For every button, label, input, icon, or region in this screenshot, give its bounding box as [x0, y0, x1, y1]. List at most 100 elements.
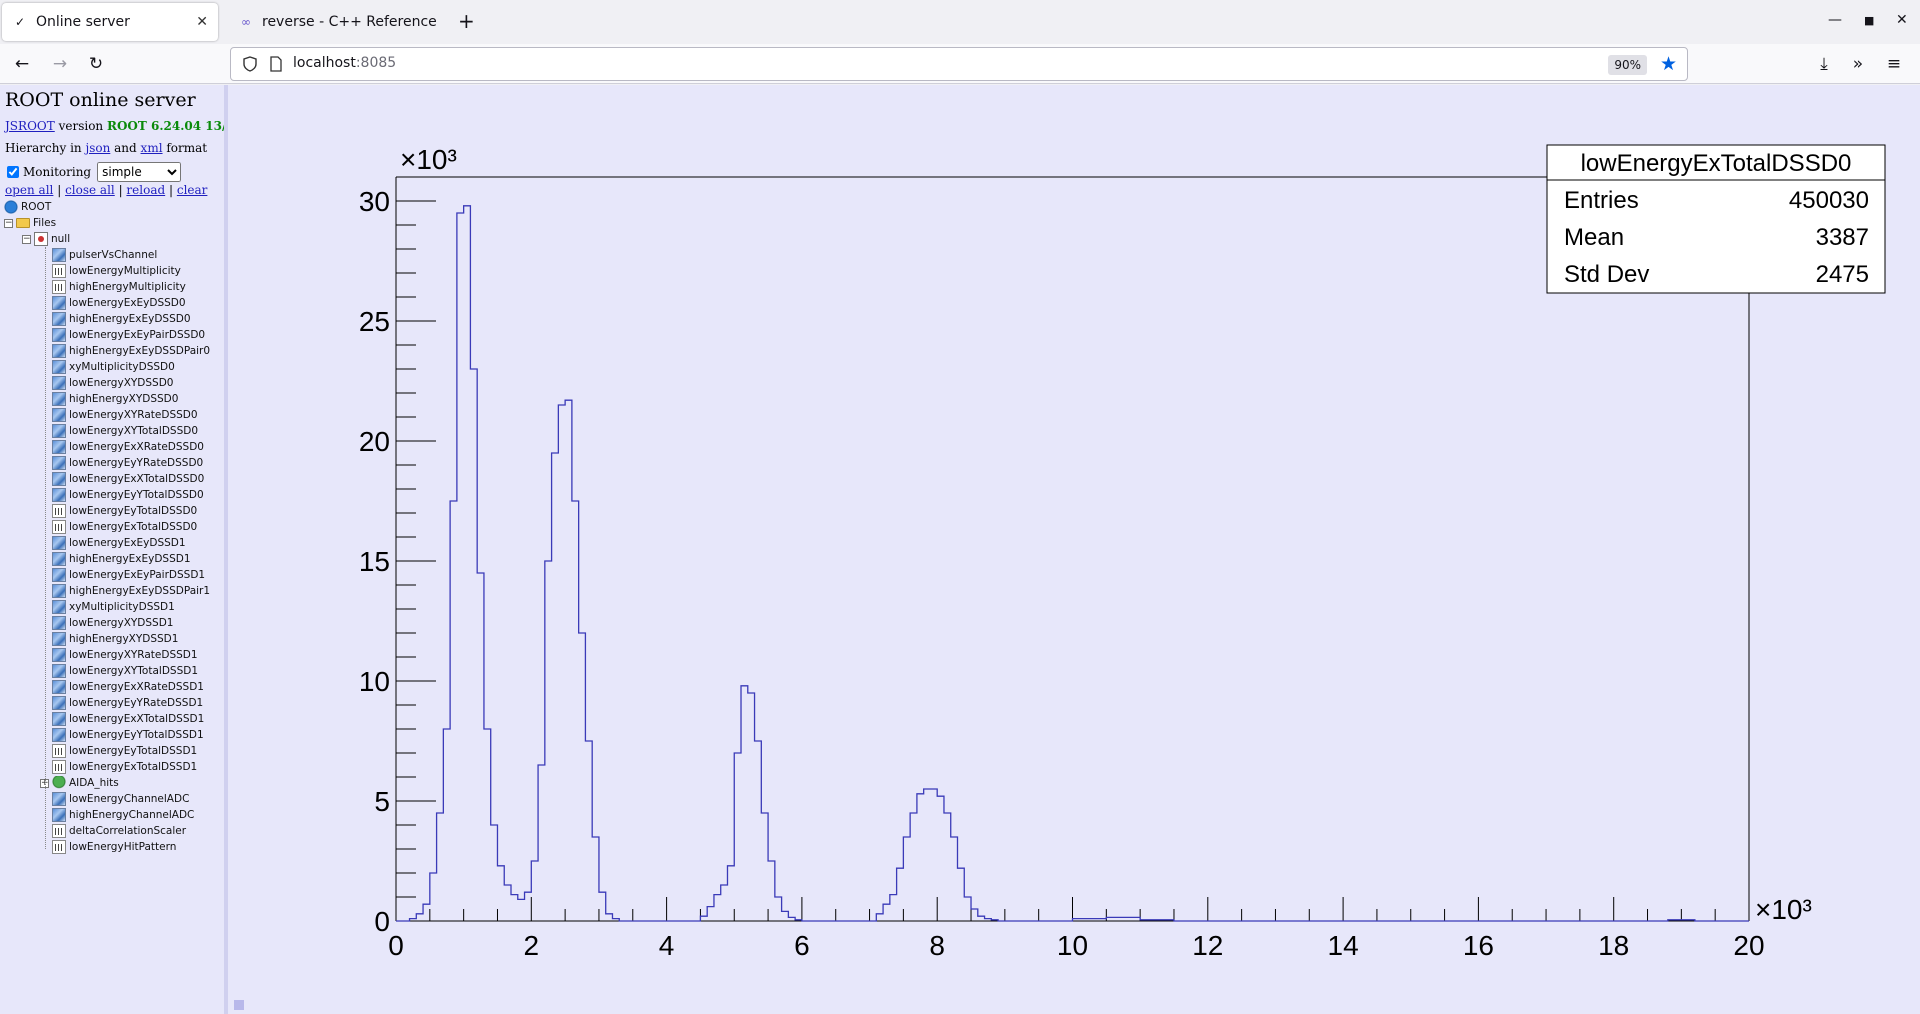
tree-item[interactable]: highEnergyXYDSSD1 [52, 631, 178, 647]
jsroot-link[interactable]: JSROOT [5, 119, 55, 133]
histogram-2d-icon [52, 680, 66, 694]
close-tab-icon[interactable]: ✕ [196, 14, 208, 30]
minimize-icon[interactable]: — [1828, 12, 1842, 28]
tree-item[interactable]: highEnergyMultiplicity [52, 279, 186, 295]
tree-node-files[interactable]: − Files [4, 215, 56, 231]
clear-link[interactable]: clear [177, 183, 208, 197]
tree-item[interactable]: lowEnergyHitPattern [52, 839, 176, 855]
tab-online-server[interactable]: ✓ Online server ✕ [2, 3, 218, 41]
version-line: JSROOT version ROOT 6.24.04 13/07/2 [5, 119, 224, 133]
downloads-icon[interactable]: ⤓ [1812, 52, 1836, 76]
histogram-2d-icon [52, 360, 66, 374]
reload-icon[interactable]: ↻ [84, 52, 108, 76]
stats-box-title: lowEnergyExTotalDSSD0 [1581, 150, 1852, 177]
tree-item[interactable]: lowEnergyEyTotalDSSD1 [52, 743, 197, 759]
tree-item[interactable]: lowEnergyEyTotalDSSD0 [52, 503, 197, 519]
url-bar[interactable]: localhost:8085 90% ★ [230, 47, 1688, 81]
histogram-2d-icon [52, 600, 66, 614]
tree-item[interactable]: lowEnergyXYTotalDSSD1 [52, 663, 198, 679]
tree-item[interactable]: pulserVsChannel [52, 247, 157, 263]
tree-item[interactable]: highEnergyExEyDSSD0 [52, 311, 191, 327]
tree-item[interactable]: lowEnergyExEyPairDSSD1 [52, 567, 205, 583]
tree-node-null[interactable]: − null [22, 231, 70, 247]
xml-link[interactable]: xml [141, 141, 163, 155]
tree-item[interactable]: highEnergyChannelADC [52, 807, 194, 823]
tree-item[interactable]: xyMultiplicityDSSD1 [52, 599, 175, 615]
histogram-1d-icon [52, 520, 66, 534]
collapse-icon[interactable]: − [22, 234, 31, 244]
forward-icon[interactable]: → [48, 52, 72, 76]
tree-item[interactable]: lowEnergyMultiplicity [52, 263, 181, 279]
tree-item[interactable]: + AIDA_hits [40, 775, 119, 791]
tree-item[interactable]: lowEnergyXYRateDSSD1 [52, 647, 198, 663]
tree-item[interactable]: highEnergyExEyDSSDPair0 [52, 343, 210, 359]
tree-item-label: pulserVsChannel [69, 249, 158, 261]
bookmark-star-icon[interactable]: ★ [1660, 53, 1677, 75]
histogram-1d-icon [52, 760, 66, 774]
tree-item-label: lowEnergyExTotalDSSD1 [69, 761, 198, 773]
histogram-2d-icon [52, 376, 66, 390]
tree-item[interactable]: lowEnergyExXTotalDSSD1 [52, 711, 204, 727]
tree-item[interactable]: lowEnergyEyYRateDSSD0 [52, 455, 203, 471]
tree-item-label: lowEnergyEyYTotalDSSD1 [69, 729, 204, 741]
close-window-icon[interactable]: ✕ [1896, 12, 1908, 28]
x-tick-label: 16 [1463, 930, 1494, 961]
y-tick-label: 20 [359, 426, 390, 457]
tree-item[interactable]: highEnergyXYDSSD0 [52, 391, 178, 407]
tree-item[interactable]: lowEnergyXYTotalDSSD0 [52, 423, 198, 439]
tree-item[interactable]: lowEnergyExEyPairDSSD0 [52, 327, 205, 343]
tab-cpp-reference[interactable]: ∞ reverse - C++ Reference [228, 3, 450, 41]
tree-item-label: lowEnergyXYTotalDSSD1 [69, 665, 198, 677]
tree-item[interactable]: lowEnergyExXTotalDSSD0 [52, 471, 204, 487]
histogram-plot[interactable]: 0 2 4 6 8 10 12 14 16 18 20 0 5 10 15 20 25 30 ×10³ ×10³ low… [228, 85, 1920, 1014]
tree-item[interactable]: lowEnergyXYDSSD0 [52, 375, 173, 391]
histogram-2d-icon [52, 664, 66, 678]
open-all-link[interactable]: open all [5, 183, 53, 197]
more-tools-icon[interactable]: » [1846, 52, 1870, 76]
x-tick-label: 6 [794, 930, 810, 961]
tree-item[interactable]: deltaCorrelationScaler [52, 823, 186, 839]
tree-item[interactable]: lowEnergyEyYRateDSSD1 [52, 695, 203, 711]
tree-item-label: lowEnergyExEyPairDSSD1 [69, 569, 206, 581]
histogram-1d-icon [52, 744, 66, 758]
tree-item[interactable]: highEnergyExEyDSSD1 [52, 551, 191, 567]
tree-item[interactable]: lowEnergyExXRateDSSD0 [52, 439, 204, 455]
tree-item[interactable]: lowEnergyExXRateDSSD1 [52, 679, 204, 695]
cppreference-favicon-icon: ∞ [241, 15, 251, 29]
tree-item[interactable]: lowEnergyExEyDSSD1 [52, 535, 186, 551]
tree-item[interactable]: lowEnergyXYRateDSSD0 [52, 407, 198, 423]
zoom-level-badge[interactable]: 90% [1608, 55, 1647, 75]
maximize-icon[interactable]: ■ [1864, 14, 1874, 27]
tree-item[interactable]: lowEnergyEyYTotalDSSD0 [52, 487, 204, 503]
tree-item[interactable]: lowEnergyEyYTotalDSSD1 [52, 727, 204, 743]
collapse-icon[interactable]: − [4, 218, 13, 228]
back-icon[interactable]: ← [10, 52, 34, 76]
close-all-link[interactable]: close all [65, 183, 115, 197]
histogram-2d-icon [52, 536, 66, 550]
json-link[interactable]: json [85, 141, 110, 155]
tree-item[interactable]: lowEnergyChannelADC [52, 791, 189, 807]
tree-node-root[interactable]: ROOT [4, 199, 51, 215]
y-tick-label: 0 [374, 906, 390, 937]
x-tick-label: 14 [1328, 930, 1359, 961]
tree-item-label: lowEnergyExXTotalDSSD0 [69, 473, 205, 485]
monitoring-mode-select[interactable]: simple [97, 162, 182, 182]
menu-icon[interactable]: ≡ [1882, 52, 1906, 76]
resize-handle-icon[interactable] [234, 1000, 244, 1010]
histogram-1d-icon [52, 824, 66, 838]
tree-item-label: lowEnergyXYDSSD1 [69, 617, 174, 629]
url-text: localhost:8085 [293, 55, 396, 71]
tree-item[interactable]: xyMultiplicityDSSD0 [52, 359, 175, 375]
reload-link[interactable]: reload [126, 183, 165, 197]
tree-item[interactable]: highEnergyExEyDSSDPair1 [52, 583, 210, 599]
tree-item[interactable]: lowEnergyExEyDSSD0 [52, 295, 186, 311]
tree-item-label: AIDA_hits [69, 777, 119, 789]
tree-item[interactable]: lowEnergyExTotalDSSD0 [52, 519, 197, 535]
tree-item[interactable]: lowEnergyExTotalDSSD1 [52, 759, 197, 775]
tree-item[interactable]: lowEnergyXYDSSD1 [52, 615, 173, 631]
new-tab-icon[interactable]: + [458, 10, 475, 32]
histogram-1d-icon [52, 280, 66, 294]
histogram-canvas[interactable]: 0 2 4 6 8 10 12 14 16 18 20 0 5 10 15 20 25 30 ×10³ ×10³ low… [228, 85, 1920, 1014]
monitoring-checkbox[interactable] [7, 166, 19, 178]
y-tick-label: 25 [359, 306, 390, 337]
